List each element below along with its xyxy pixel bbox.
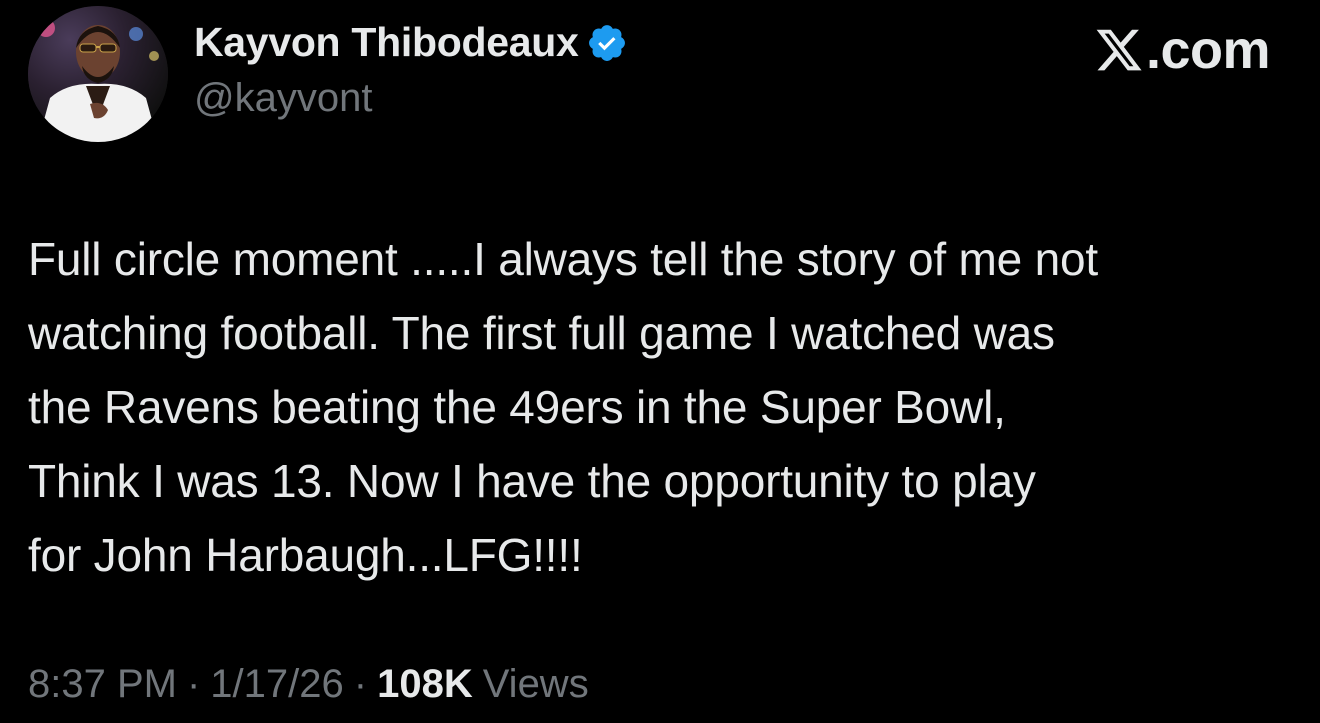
avatar-photo <box>28 6 168 142</box>
brand-domain: .com <box>1145 20 1271 80</box>
x-logo-icon <box>1096 29 1142 71</box>
verified-badge-icon <box>589 25 626 61</box>
meta-separator: · <box>186 662 201 706</box>
tweet-text: Full circle moment .....I always tell th… <box>28 233 1098 581</box>
views-count: 108K <box>377 662 473 706</box>
views-label: Views <box>482 662 589 706</box>
tweet-date[interactable]: 1/17/26 <box>210 662 343 707</box>
tweet-time[interactable]: 8:37 PM <box>28 662 177 707</box>
tweet-meta: 8:37 PM · 1/17/26 · 108K Views <box>28 662 589 707</box>
author-handle[interactable]: @kayvont <box>194 76 372 121</box>
author-display-name[interactable]: Kayvon Thibodeaux <box>194 19 579 66</box>
author-name-row: Kayvon Thibodeaux <box>194 14 628 70</box>
meta-separator: · <box>353 662 368 706</box>
brand-watermark: .com <box>1093 18 1271 82</box>
author-avatar[interactable] <box>28 6 168 142</box>
